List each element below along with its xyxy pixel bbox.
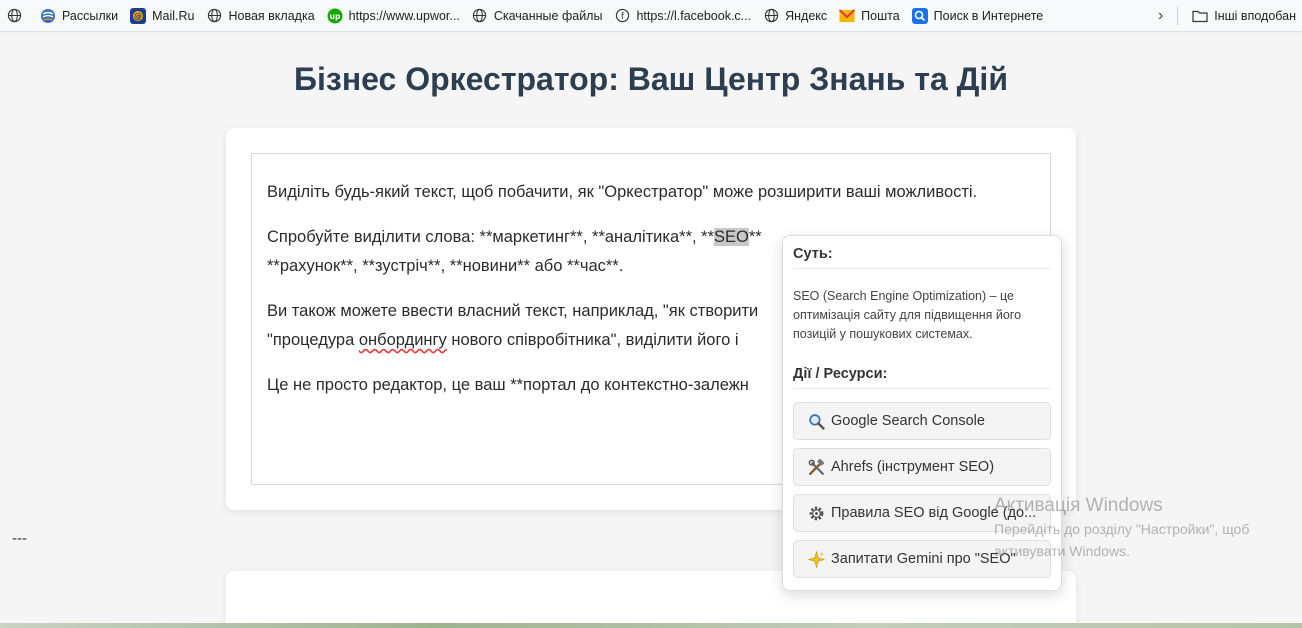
bookmark-label: Рассылки: [62, 8, 119, 23]
paragraph-3-rest: нового співробітника", виділити його і: [446, 331, 739, 349]
folder-icon: [1192, 8, 1208, 24]
tools-icon: [806, 458, 826, 476]
windows-activation-watermark: Активація Windows Перейдіть до розділу "…: [994, 495, 1249, 561]
other-bookmarks[interactable]: Інші вподобан: [1186, 3, 1302, 29]
bookmark-label: https://www.upwor...: [348, 8, 460, 23]
bookmark-search[interactable]: Поиск в Интернете: [906, 3, 1050, 29]
watermark-line-1: Перейдіть до розділу "Настройки", щоб: [994, 521, 1250, 537]
essence-description: SEO (Search Engine Optimization) – це оп…: [793, 289, 1022, 341]
bookmark-label: Пошта: [861, 8, 900, 23]
other-bookmarks-label: Інші вподобан: [1214, 8, 1296, 23]
bookmark-label: Скачанные файлы: [493, 8, 603, 23]
bookmark-yandex[interactable]: Яндекс: [757, 3, 833, 29]
svg-text:@: @: [134, 12, 142, 21]
watermark-line-2: активувати Windows.: [994, 543, 1130, 559]
rassylki-icon: [40, 8, 56, 24]
button-label: Ahrefs (інструмент SEO): [831, 459, 995, 475]
magnifier-icon: [806, 413, 826, 430]
bookmarks-separator: [1177, 6, 1179, 25]
taskbar-edge: [0, 623, 1302, 628]
page-title: Бізнес Оркестратор: Ваш Центр Знань та Д…: [294, 61, 1008, 97]
bookmark-mailru[interactable]: @ Mail.Ru: [124, 3, 200, 29]
paragraph-1: Виділіть будь-який текст, щоб побачити, …: [267, 183, 978, 201]
paragraph-3-text: "процедура: [267, 331, 359, 349]
bookmark-label: Новая вкладка: [228, 8, 315, 23]
bookmarks-bar: Рассылки @ Mail.Ru Новая вкладка up http…: [0, 0, 1302, 32]
mailru-icon: @: [130, 7, 147, 24]
chevron-right-icon[interactable]: ›: [1148, 7, 1173, 25]
essence-heading: Суть:: [793, 246, 1051, 269]
bookmark-label: Поиск в Интернете: [933, 8, 1044, 23]
svg-text:f: f: [621, 11, 625, 21]
bookmark-label: Яндекс: [785, 8, 828, 23]
ahrefs-button[interactable]: Ahrefs (інструмент SEO): [793, 448, 1051, 486]
watermark-title: Активація Windows: [994, 495, 1163, 516]
paragraph-3-line1: Ви також можете ввести власний текст, на…: [267, 302, 759, 320]
upwork-icon: up: [327, 8, 343, 24]
bookmark-label: Mail.Ru: [152, 8, 195, 23]
selected-text[interactable]: SEO: [714, 228, 749, 246]
bookmark-poshta[interactable]: Пошта: [833, 3, 906, 29]
bookmark-downloads[interactable]: Скачанные файлы: [466, 3, 609, 29]
bookmark-label: https://l.facebook.c...: [636, 8, 752, 23]
divider-text: ---: [12, 530, 27, 547]
globe-icon: [206, 8, 222, 24]
paragraph-2-rest: **: [748, 228, 762, 246]
paragraph-2-text: Спробуйте виділити слова: **маркетинг**,…: [267, 228, 715, 246]
bookmark-globe[interactable]: [0, 3, 34, 29]
facebook-icon: f: [614, 8, 630, 24]
globe-icon: [763, 8, 779, 24]
bookmark-upwork[interactable]: up https://www.upwor...: [321, 3, 466, 29]
gear-icon: [806, 505, 826, 522]
bookmark-facebook[interactable]: f https://l.facebook.c...: [608, 3, 757, 29]
globe-icon: [472, 8, 488, 24]
search-icon: [911, 7, 928, 24]
sparkle-icon: [806, 550, 826, 568]
mail-icon: [839, 8, 856, 24]
misspelled-word[interactable]: онбордингу: [359, 331, 447, 349]
actions-heading: Дії / Ресурси:: [793, 366, 1051, 389]
bookmark-new-tab[interactable]: Новая вкладка: [200, 3, 320, 29]
button-label: Google Search Console: [831, 413, 985, 429]
globe-icon: [6, 8, 22, 24]
bookmark-rassylki[interactable]: Рассылки: [34, 3, 124, 29]
button-label: Запитати Gemini про "SEO": [831, 551, 1016, 567]
google-search-console-button[interactable]: Google Search Console: [793, 402, 1051, 440]
paragraph-2-line2: **рахунок**, **зустріч**, **новини** або…: [267, 257, 624, 275]
svg-text:up: up: [329, 12, 340, 21]
